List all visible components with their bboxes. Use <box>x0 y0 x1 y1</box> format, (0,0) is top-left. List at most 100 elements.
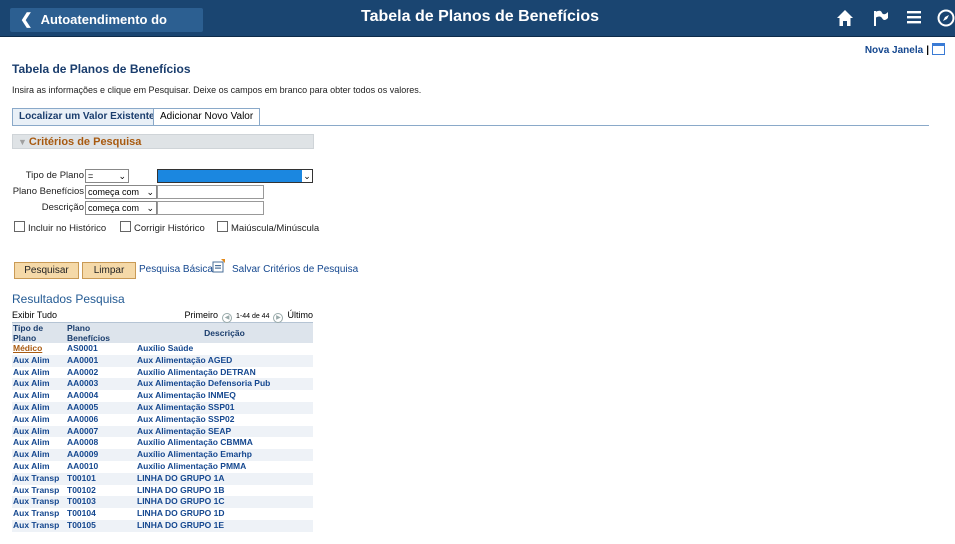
plan-type-cell[interactable]: Aux Transp <box>12 485 66 497</box>
table-row[interactable]: Aux Transp T00103 LINHA DO GRUPO 1C <box>12 496 313 509</box>
plan-type-cell[interactable]: Aux Transp <box>12 508 66 520</box>
benefit-plan-cell[interactable]: AS0001 <box>66 343 136 355</box>
table-row[interactable]: Aux Alim AA0009 Auxílio Alimentação Emarhp <box>12 449 313 461</box>
plan-type-cell[interactable]: Aux Alim <box>12 390 66 402</box>
description-cell[interactable]: Aux Alimentação AGED <box>136 354 313 367</box>
save-criteria-link[interactable]: Salvar Critérios de Pesquisa <box>232 264 358 275</box>
table-row[interactable]: Aux Alim AA0004 Aux Alimentação INMEQ <box>12 390 313 402</box>
tab-add-new[interactable]: Adicionar Novo Valor <box>153 108 261 125</box>
description-cell[interactable]: Aux Alimentação SEAP <box>136 425 313 438</box>
benefit-plan-cell[interactable]: T00101 <box>66 472 136 485</box>
table-row[interactable]: Aux Transp T00104 LINHA DO GRUPO 1D <box>12 508 313 520</box>
flag-icon[interactable] <box>872 9 890 30</box>
description-cell[interactable]: Aux Alimentação SSP02 <box>136 414 313 426</box>
description-input[interactable] <box>157 201 264 215</box>
benefit-plan-cell[interactable]: T00102 <box>66 485 136 497</box>
table-row[interactable]: Aux Alim AA0005 Aux Alimentação SSP01 <box>12 401 313 414</box>
plan-type-cell[interactable]: Aux Transp <box>12 496 66 509</box>
back-button[interactable]: ❮ Autoatendimento do Gerente <box>10 8 203 51</box>
benefit-plan-cell[interactable]: AA0010 <box>66 461 136 473</box>
description-cell[interactable]: LINHA DO GRUPO 1E <box>136 519 313 532</box>
benefit-plan-cell[interactable]: AA0005 <box>66 401 136 414</box>
benefit-plan-cell[interactable]: AA0009 <box>66 449 136 461</box>
benefit-plan-cell[interactable]: T00104 <box>66 508 136 520</box>
case-sensitive-checkbox[interactable]: Maiúscula/Minúscula <box>217 221 319 234</box>
description-cell[interactable]: Aux Alimentação SSP01 <box>136 401 313 414</box>
benefit-plan-input[interactable] <box>157 185 264 199</box>
description-cell[interactable]: LINHA DO GRUPO 1B <box>136 485 313 497</box>
criteria-header[interactable]: ▼ Critérios de Pesquisa <box>12 134 314 149</box>
benefit-plan-label: Plano Benefícios <box>12 186 84 197</box>
plan-type-cell[interactable]: Aux Alim <box>12 461 66 473</box>
benefit-plan-operator-select[interactable]: começa com ⌄ <box>85 185 157 199</box>
benefit-plan-cell[interactable]: AA0001 <box>66 354 136 367</box>
table-row[interactable]: Aux Alim AA0010 Auxílio Alimentação PMMA <box>12 461 313 473</box>
plan-type-cell[interactable]: Aux Alim <box>12 449 66 461</box>
search-button[interactable]: Pesquisar <box>14 262 79 279</box>
benefit-plan-cell[interactable]: AA0004 <box>66 390 136 402</box>
plan-type-value-select[interactable]: ⌄ <box>157 169 313 183</box>
clear-button[interactable]: Limpar <box>82 262 136 279</box>
table-row[interactable]: Aux Transp T00101 LINHA DO GRUPO 1A <box>12 472 313 485</box>
tab-find-existing[interactable]: Localizar um Valor Existente <box>12 108 162 125</box>
back-label: Autoatendimento do Gerente <box>20 12 167 51</box>
table-row[interactable]: Aux Alim AA0006 Aux Alimentação SSP02 <box>12 414 313 426</box>
table-row[interactable]: Aux Transp T00105 LINHA DO GRUPO 1E <box>12 519 313 532</box>
description-cell[interactable]: LINHA DO GRUPO 1C <box>136 496 313 509</box>
checkbox-box[interactable] <box>120 221 131 232</box>
plan-type-cell[interactable]: Médico <box>12 343 66 355</box>
plan-type-cell[interactable]: Aux Alim <box>12 425 66 438</box>
plan-type-cell[interactable]: Aux Alim <box>12 414 66 426</box>
benefit-plan-cell[interactable]: AA0003 <box>66 378 136 391</box>
plan-type-operator-select[interactable]: = ⌄ <box>85 169 129 183</box>
results-nav: Exibir Tudo Primeiro ◀ 1-44 de 44 ▶ Último <box>12 308 313 324</box>
description-cell[interactable]: Aux Alimentação INMEQ <box>136 390 313 402</box>
description-cell[interactable]: Auxílio Alimentação PMMA <box>136 461 313 473</box>
description-cell[interactable]: LINHA DO GRUPO 1A <box>136 472 313 485</box>
description-cell[interactable]: LINHA DO GRUPO 1D <box>136 508 313 520</box>
description-cell[interactable]: Auxílio Saúde <box>136 343 313 355</box>
table-row[interactable]: Aux Alim AA0003 Aux Alimentação Defensoria… <box>12 378 313 391</box>
table-row[interactable]: Aux Transp T00102 LINHA DO GRUPO 1B <box>12 485 313 497</box>
plan-type-cell[interactable]: Aux Alim <box>12 367 66 379</box>
pagination: Primeiro ◀ 1-44 de 44 ▶ Último <box>184 308 313 324</box>
description-operator-select[interactable]: começa com ⌄ <box>85 201 157 215</box>
checkbox-box[interactable] <box>217 221 228 232</box>
benefit-plan-cell[interactable]: AA0008 <box>66 437 136 449</box>
menu-icon[interactable] <box>906 9 922 28</box>
table-row[interactable]: Aux Alim AA0001 Aux Alimentação AGED <box>12 354 313 367</box>
plan-type-cell[interactable]: Aux Alim <box>12 354 66 367</box>
checkbox-box[interactable] <box>14 221 25 232</box>
description-cell[interactable]: Auxílio Alimentação CBMMA <box>136 437 313 449</box>
benefit-plan-cell[interactable]: AA0006 <box>66 414 136 426</box>
last-link[interactable]: Último <box>287 310 313 320</box>
basic-search-link[interactable]: Pesquisa Básica <box>139 264 213 275</box>
description-cell[interactable]: Auxílio Alimentação DETRAN <box>136 367 313 379</box>
description-cell[interactable]: Aux Alimentação Defensoria Pub <box>136 378 313 391</box>
plan-type-cell[interactable]: Aux Alim <box>12 378 66 391</box>
save-criteria-icon[interactable] <box>212 259 226 278</box>
table-row[interactable]: Aux Alim AA0008 Auxílio Alimentação CBMMA <box>12 437 313 449</box>
plan-type-cell[interactable]: Aux Alim <box>12 401 66 414</box>
table-row[interactable]: Aux Alim AA0007 Aux Alimentação SEAP <box>12 425 313 438</box>
first-link[interactable]: Primeiro <box>184 310 218 320</box>
description-cell[interactable]: Auxílio Alimentação Emarhp <box>136 449 313 461</box>
benefit-plan-cell[interactable]: T00105 <box>66 519 136 532</box>
show-all-link[interactable]: Exibir Tudo <box>12 310 57 320</box>
personalize-icon[interactable] <box>932 43 945 55</box>
plan-type-cell[interactable]: Aux Transp <box>12 519 66 532</box>
plan-type-cell[interactable]: Aux Transp <box>12 472 66 485</box>
benefit-plan-cell[interactable]: AA0007 <box>66 425 136 438</box>
compass-icon[interactable] <box>937 9 955 30</box>
plan-type-cell[interactable]: Aux Alim <box>12 437 66 449</box>
previous-icon[interactable]: ◀ <box>222 313 232 323</box>
benefit-plan-cell[interactable]: AA0002 <box>66 367 136 379</box>
correct-history-checkbox[interactable]: Corrigir Histórico <box>120 221 205 234</box>
new-window-link[interactable]: Nova Janela <box>865 45 923 56</box>
table-row[interactable]: Aux Alim AA0002 Auxílio Alimentação DETRAN <box>12 367 313 379</box>
next-icon[interactable]: ▶ <box>273 313 284 323</box>
benefit-plan-cell[interactable]: T00103 <box>66 496 136 509</box>
home-icon[interactable] <box>836 9 854 30</box>
table-row[interactable]: Médico AS0001 Auxílio Saúde <box>12 343 313 355</box>
include-history-checkbox[interactable]: Incluir no Histórico <box>14 221 106 234</box>
